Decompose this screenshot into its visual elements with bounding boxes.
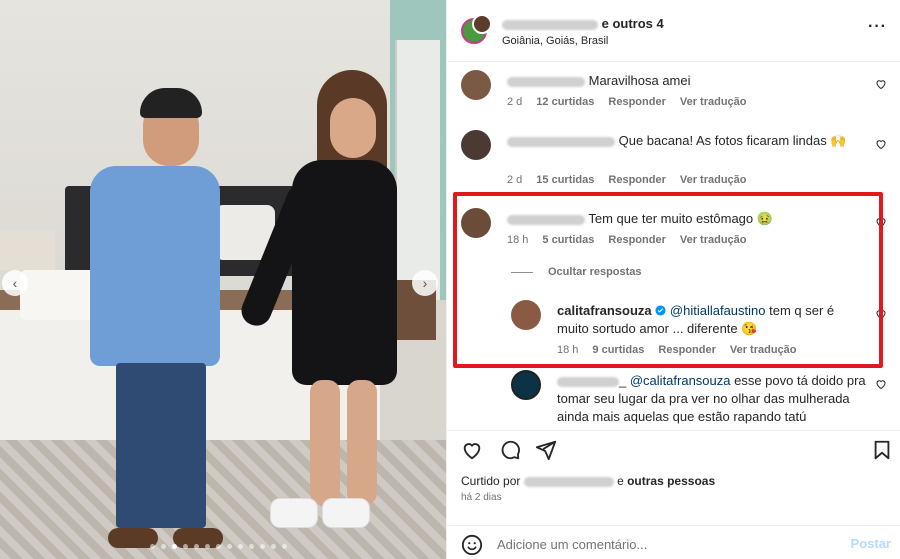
coauthor-avatar[interactable] xyxy=(472,14,492,34)
emoji-icon[interactable] xyxy=(461,534,483,556)
next-photo-button[interactable]: › xyxy=(412,270,438,296)
post-authors[interactable]: e outros 4 xyxy=(502,16,664,31)
redacted-username xyxy=(507,136,615,147)
comment-age: 2 d xyxy=(507,96,523,108)
translate-button[interactable]: Ver tradução xyxy=(680,174,747,186)
more-options-button[interactable]: ··· xyxy=(868,18,887,36)
coauthors-label[interactable]: e outros 4 xyxy=(602,16,664,31)
prev-photo-button[interactable]: ‹ xyxy=(2,270,28,296)
post-comment-button[interactable]: Postar xyxy=(851,536,891,551)
more-horizontal-icon: ··· xyxy=(868,18,887,35)
carousel-dot xyxy=(216,544,221,549)
heart-icon[interactable] xyxy=(875,138,887,150)
carousel-dot-active xyxy=(172,544,177,549)
post-details-pane: e outros 4 Goiânia, Goiás, Brasil ··· Ma… xyxy=(446,0,900,559)
photo-man xyxy=(88,88,238,558)
carousel-dot xyxy=(227,544,232,549)
post-actions-bar xyxy=(447,430,900,464)
carousel-dot xyxy=(282,544,287,549)
carousel-dot xyxy=(194,544,199,549)
carousel-dot xyxy=(238,544,243,549)
chevron-right-icon: › xyxy=(422,275,428,291)
add-comment-bar: Postar xyxy=(447,525,900,559)
redacted-username xyxy=(502,19,598,30)
carousel-indicator xyxy=(150,544,287,549)
comment-input[interactable] xyxy=(497,535,827,553)
post-photo: ‹ › xyxy=(0,0,446,559)
chevron-left-icon: ‹ xyxy=(12,275,18,291)
commenter-avatar[interactable] xyxy=(511,370,541,400)
comment-text: Maravilhosa amei xyxy=(507,72,857,90)
comment-likes[interactable]: 12 curtidas xyxy=(536,96,594,108)
heart-icon[interactable] xyxy=(461,439,483,461)
reply-button[interactable]: Responder xyxy=(608,174,665,186)
post-location[interactable]: Goiânia, Goiás, Brasil xyxy=(502,35,608,47)
photo-side-table xyxy=(0,230,55,270)
redacted-username xyxy=(507,76,585,87)
bookmark-icon[interactable] xyxy=(871,439,893,461)
reply-button[interactable]: Responder xyxy=(608,96,665,108)
comment-meta: 2 d 15 curtidas Responder Ver tradução xyxy=(507,174,747,186)
carousel-dot xyxy=(183,544,188,549)
carousel-dot xyxy=(161,544,166,549)
comment-meta: 2 d 12 curtidas Responder Ver tradução xyxy=(507,96,747,108)
redacted-username xyxy=(557,376,619,387)
comment-age: 2 d xyxy=(507,174,523,186)
post-timestamp[interactable]: há 2 dias xyxy=(461,492,502,503)
carousel-dot xyxy=(205,544,210,549)
share-icon[interactable] xyxy=(535,439,557,461)
comment-likes[interactable]: 15 curtidas xyxy=(536,174,594,186)
redacted-username xyxy=(523,476,614,487)
commenter-avatar[interactable] xyxy=(461,130,491,160)
mention-link[interactable]: @calitafransouza xyxy=(630,373,731,388)
heart-icon[interactable] xyxy=(875,78,887,90)
carousel-dot xyxy=(150,544,155,549)
comment-text: Que bacana! As fotos ficaram lindas 🙌 xyxy=(507,132,857,150)
liked-by-line: Curtido por e outras pessoas xyxy=(461,474,716,488)
carousel-dot xyxy=(249,544,254,549)
other-likers-link[interactable]: outras pessoas xyxy=(627,474,715,488)
reply-text: _ @calitafransouza esse povo tá doido pr… xyxy=(557,373,866,424)
commenter-avatar[interactable] xyxy=(461,70,491,100)
carousel-dot xyxy=(271,544,276,549)
carousel-dot xyxy=(260,544,265,549)
comment-icon[interactable] xyxy=(499,439,521,461)
translate-button[interactable]: Ver tradução xyxy=(680,96,747,108)
red-highlight-annotation xyxy=(453,192,883,368)
photo-woman xyxy=(236,70,422,550)
post-header: e outros 4 Goiânia, Goiás, Brasil ··· xyxy=(447,0,900,62)
heart-icon[interactable] xyxy=(875,378,887,390)
